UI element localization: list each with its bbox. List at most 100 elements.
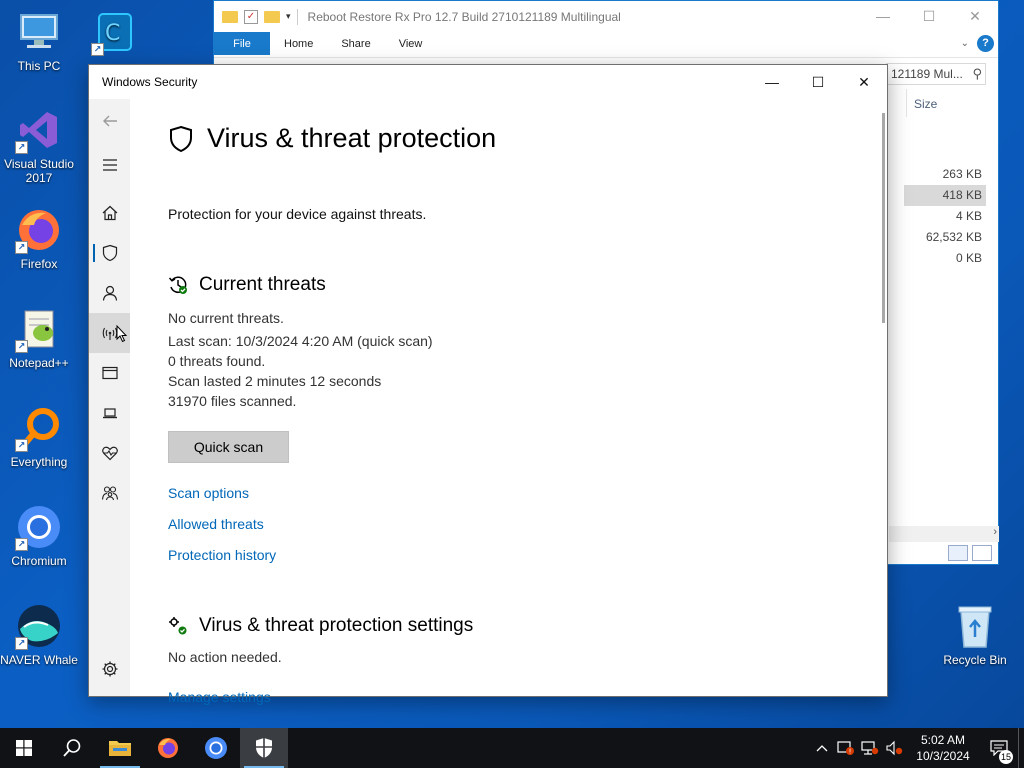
column-header-size[interactable]: Size — [914, 97, 937, 111]
large-icons-view-button[interactable] — [972, 545, 992, 561]
folder-icon — [222, 10, 238, 23]
table-row[interactable]: 418 KB — [904, 185, 986, 206]
chevron-down-icon[interactable]: ⌄ — [961, 38, 969, 49]
menu-button[interactable] — [89, 145, 130, 185]
nav-device-performance-health[interactable] — [89, 433, 130, 473]
back-arrow-icon — [102, 115, 117, 127]
chevron-down-icon[interactable]: ▾ — [286, 11, 291, 22]
page-subtitle: Protection for your device against threa… — [168, 206, 427, 222]
windows-logo-icon — [16, 740, 32, 756]
minimize-button[interactable]: — — [860, 8, 906, 25]
start-button[interactable] — [0, 728, 48, 768]
search-text: 121189 Mul... — [891, 67, 963, 81]
page-title: Virus & threat protection — [168, 123, 496, 154]
desktop-icon-recycle-bin[interactable]: Recycle Bin — [936, 602, 1014, 667]
close-button[interactable]: ✕ — [841, 65, 887, 99]
desktop-icon-everything[interactable]: ↗ Everything — [0, 404, 78, 469]
desktop-icon-chromium[interactable]: ↗ Chromium — [0, 503, 78, 568]
scan-history-icon — [168, 276, 187, 294]
table-row[interactable]: 0 KB — [904, 248, 986, 269]
search-icon — [63, 739, 81, 757]
nav-family-options[interactable] — [89, 473, 130, 513]
notepad-plus-plus-icon: ↗ — [15, 305, 63, 353]
minimize-button[interactable]: — — [749, 65, 795, 99]
chevron-right-icon[interactable]: › — [993, 526, 997, 538]
shield-icon — [170, 125, 192, 152]
nav-device-security[interactable] — [89, 393, 130, 433]
svg-text:!: ! — [849, 748, 852, 756]
desktop-icon-label: This PC — [17, 59, 61, 73]
settings-gears-icon — [169, 617, 187, 635]
windows-security-window[interactable]: Windows Security — ☐ ✕ Virus & threat pr… — [88, 64, 888, 705]
nav-virus-threat-protection[interactable] — [89, 233, 130, 273]
desktop-icon-notepad-plus-plus[interactable]: ↗ Notepad++ — [0, 305, 78, 370]
firefox-icon: ↗ — [15, 206, 63, 254]
everything-search-icon: ↗ — [15, 404, 63, 452]
browser-window-icon — [101, 366, 118, 380]
horizontal-scrollbar[interactable]: › — [889, 526, 999, 542]
table-row[interactable]: 4 KB — [904, 206, 986, 227]
mouse-cursor-icon — [113, 324, 131, 348]
settings-status-text: No action needed. — [168, 649, 282, 665]
nav-app-browser-control[interactable] — [89, 353, 130, 393]
scan-options-link[interactable]: Scan options — [168, 485, 249, 501]
nav-settings[interactable] — [89, 649, 130, 689]
taskbar-windows-security[interactable] — [240, 728, 288, 768]
protection-history-link[interactable]: Protection history — [168, 547, 276, 563]
search-button[interactable] — [48, 728, 96, 768]
back-button[interactable] — [89, 101, 130, 141]
security-content: Virus & threat protection Protection for… — [168, 99, 887, 705]
close-button[interactable]: ✕ — [952, 8, 998, 25]
nav-home[interactable] — [89, 193, 130, 233]
show-desktop-button[interactable] — [1018, 728, 1024, 768]
system-clock[interactable]: 5:02 AM 10/3/2024 — [906, 732, 980, 764]
new-folder-icon[interactable] — [264, 10, 280, 23]
details-view-button[interactable] — [948, 545, 968, 561]
desktop-icon-label: Everything — [10, 455, 68, 469]
taskbar-file-explorer[interactable] — [96, 728, 144, 768]
manage-settings-link[interactable]: Manage settings — [168, 689, 271, 705]
tray-volume[interactable] — [882, 728, 906, 768]
maximize-button[interactable]: ☐ — [795, 65, 841, 99]
desktop-icon-partial[interactable]: C ↗ — [80, 8, 150, 59]
show-hidden-icons-button[interactable] — [810, 728, 834, 768]
tab-home[interactable]: Home — [270, 38, 327, 50]
scan-duration-text: Scan lasted 2 minutes 12 seconds — [168, 373, 382, 389]
action-center-button[interactable]: 15 — [980, 728, 1018, 768]
security-alert-icon: ! — [837, 741, 854, 756]
explorer-titlebar[interactable]: ✓ ▾ Reboot Restore Rx Pro 12.7 Build 271… — [214, 1, 998, 32]
help-icon[interactable]: ? — [977, 35, 994, 52]
recycle-bin-icon — [951, 602, 999, 650]
maximize-button[interactable]: ☐ — [906, 8, 952, 25]
taskbar-firefox[interactable] — [144, 728, 192, 768]
shield-icon — [102, 244, 117, 262]
files-scanned-text: 31970 files scanned. — [168, 393, 297, 409]
quick-scan-button[interactable]: Quick scan — [168, 431, 289, 463]
desktop-icon-visual-studio[interactable]: ↗ Visual Studio 2017 — [0, 106, 78, 185]
tab-share[interactable]: Share — [327, 38, 384, 50]
desktop-icon-firefox[interactable]: ↗ Firefox — [0, 206, 78, 271]
chromium-icon — [205, 737, 227, 759]
desktop-icon-this-pc[interactable]: This PC — [0, 8, 78, 73]
allowed-threats-link[interactable]: Allowed threats — [168, 516, 264, 532]
tab-file[interactable]: File — [214, 32, 270, 55]
search-input[interactable]: 121189 Mul... ⚲ — [886, 63, 986, 85]
notification-count-badge: 15 — [999, 750, 1013, 764]
gear-icon — [102, 661, 117, 677]
threats-found-text: 0 threats found. — [168, 353, 266, 369]
chromium-icon: ↗ — [15, 503, 63, 551]
tray-security-alert[interactable]: ! — [834, 728, 858, 768]
home-icon — [102, 205, 117, 221]
security-titlebar[interactable]: Windows Security — ☐ ✕ — [89, 65, 887, 99]
table-row[interactable]: 263 KB — [904, 164, 986, 185]
properties-icon[interactable]: ✓ — [244, 9, 258, 24]
taskbar-chromium[interactable] — [192, 728, 240, 768]
window-title: Windows Security — [102, 75, 198, 89]
table-row[interactable]: 62,532 KB — [904, 227, 986, 248]
shortcut-arrow-icon: ↗ — [15, 340, 28, 353]
tab-view[interactable]: View — [385, 38, 437, 50]
nav-account-protection[interactable] — [89, 273, 130, 313]
nav-firewall-network[interactable] — [89, 313, 130, 353]
tray-network[interactable] — [858, 728, 882, 768]
desktop-icon-naver-whale[interactable]: ↗ NAVER Whale — [0, 602, 78, 667]
